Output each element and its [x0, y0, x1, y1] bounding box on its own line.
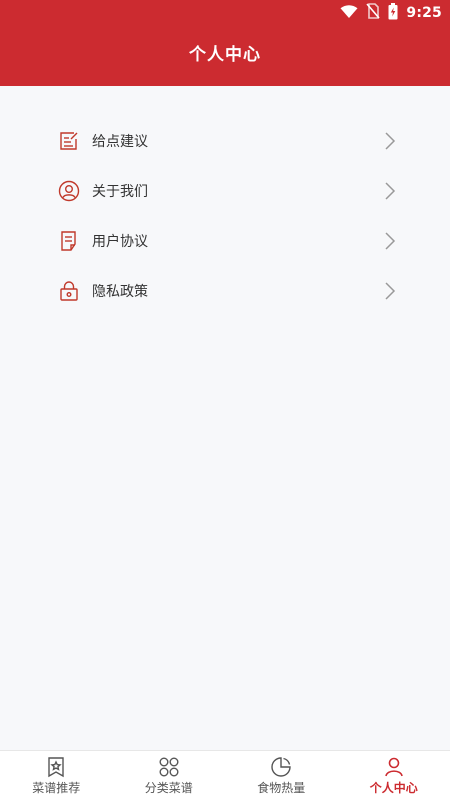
pie-chart-icon: [270, 756, 292, 778]
chevron-right-icon: [384, 231, 396, 251]
tab-recipe-recommendations[interactable]: 菜谱推荐: [0, 751, 113, 799]
page-title: 个人中心: [189, 45, 261, 65]
settings-menu: 给点建议 关于我们 用户协议 隐私政策: [0, 116, 450, 316]
lock-icon: [58, 280, 80, 302]
tab-label: 个人中心: [369, 781, 418, 795]
user-circle-icon: [58, 180, 80, 202]
status-time: 9:25: [406, 5, 442, 21]
menu-item-label: 用户协议: [92, 234, 148, 250]
chevron-right-icon: [384, 181, 396, 201]
chevron-right-icon: [384, 281, 396, 301]
tab-label: 食物热量: [257, 781, 306, 795]
menu-item-privacy-policy[interactable]: 隐私政策: [0, 266, 450, 316]
battery-charging-icon: [388, 2, 398, 24]
tab-personal-center[interactable]: 个人中心: [338, 751, 450, 799]
header-bar: 9:25 个人中心: [0, 0, 450, 86]
status-icons: 9:25: [340, 2, 442, 24]
tab-label: 分类菜谱: [144, 781, 193, 795]
menu-item-user-agreement[interactable]: 用户协议: [0, 216, 450, 266]
tab-label: 菜谱推荐: [32, 781, 81, 795]
content-area: 给点建议 关于我们 用户协议 隐私政策: [0, 86, 450, 750]
no-sim-icon: [366, 3, 380, 23]
menu-item-feedback[interactable]: 给点建议: [0, 116, 450, 166]
bottom-navigation: 菜谱推荐 分类菜谱 食物热量 个人中心: [0, 750, 450, 799]
menu-item-label: 给点建议: [92, 134, 148, 150]
category-grid-icon: [158, 756, 180, 778]
chevron-right-icon: [384, 131, 396, 151]
status-bar: 9:25: [0, 0, 450, 26]
menu-item-about[interactable]: 关于我们: [0, 166, 450, 216]
feedback-edit-icon: [58, 130, 80, 152]
menu-item-label: 关于我们: [92, 184, 148, 200]
person-icon: [383, 756, 405, 778]
document-icon: [58, 230, 80, 252]
wifi-icon: [340, 4, 358, 23]
tab-food-calories[interactable]: 食物热量: [225, 751, 338, 799]
app-root: 9:25 个人中心 给点建议 关于我们 用户协议 隐私政策 菜谱推荐 分类菜谱 …: [0, 0, 450, 799]
star-bookmark-icon: [45, 756, 67, 778]
tab-recipe-categories[interactable]: 分类菜谱: [113, 751, 226, 799]
menu-item-label: 隐私政策: [92, 284, 148, 300]
